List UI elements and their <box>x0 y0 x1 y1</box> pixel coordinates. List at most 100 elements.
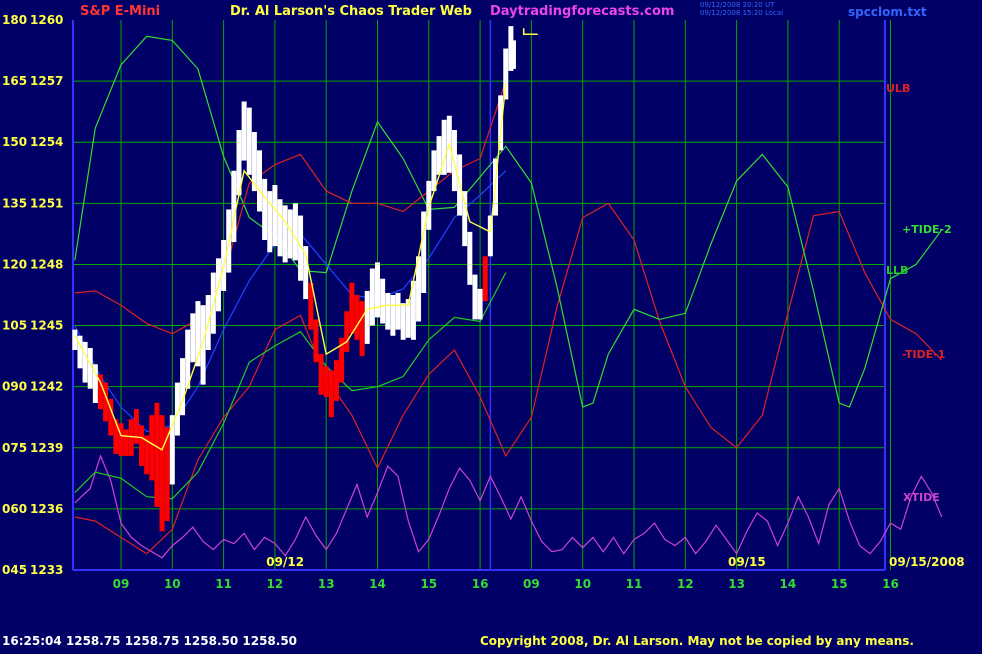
price-bar <box>503 48 509 100</box>
price-bar <box>282 205 288 263</box>
y-tick-left: 135 <box>2 196 27 210</box>
price-bar <box>292 203 298 261</box>
price-bar <box>451 130 457 192</box>
y-tick-right: 1245 <box>30 319 63 333</box>
price-bar <box>375 262 380 318</box>
x-tick-hour: 10 <box>164 577 181 591</box>
x-tick-hour: 09 <box>523 577 540 591</box>
ulb-line <box>74 80 507 335</box>
price-bar <box>359 301 365 357</box>
x-tick-hour: 11 <box>215 577 232 591</box>
price-bar <box>231 170 237 243</box>
y-tick-left: 165 <box>2 74 27 88</box>
y-tick-left: 090 <box>2 380 27 394</box>
x-tick-hour: 10 <box>574 577 591 591</box>
label-tide1: -TIDE-1 <box>902 348 945 361</box>
x-tick-hour: 12 <box>267 577 284 591</box>
data-file-name: spcclom.txt <box>848 5 927 19</box>
price-bar <box>328 370 334 418</box>
price-bar <box>400 303 406 340</box>
price-bar <box>241 101 247 161</box>
x-tick-hour: 16 <box>882 577 899 591</box>
y-tick-left: 150 <box>2 135 27 149</box>
x-tick-hour: 13 <box>728 577 745 591</box>
label-ulb: ULB <box>886 82 910 95</box>
price-bar <box>385 292 391 330</box>
timestamp-local: 09/12/2008 15:20 Local <box>700 9 784 17</box>
price-bar <box>349 282 355 334</box>
end-date-label: 09/15/2008 <box>889 555 965 569</box>
date-label: 09/12 <box>266 555 304 569</box>
y-tick-right: 1260 <box>30 13 63 27</box>
price-bar <box>149 415 155 481</box>
y-tick-left: 060 <box>2 502 27 516</box>
chart-title: Dr. Al Larson's Chaos Trader Web <box>230 4 472 19</box>
price-bar <box>154 402 160 507</box>
chaos-trader-chart: 180 1260165 1257150 1254135 1251120 1248105 12… <box>2 13 965 591</box>
price-bar <box>369 268 375 326</box>
price-bar <box>390 295 396 336</box>
price-bar <box>477 288 483 320</box>
price-bar <box>123 429 129 456</box>
price-bar <box>246 107 252 175</box>
price-bar <box>113 419 119 454</box>
y-tick-right: 1254 <box>30 135 63 149</box>
x-tick-hour: 11 <box>626 577 643 591</box>
label-tide2: +TIDE-2 <box>902 223 952 236</box>
date-label: 09/15 <box>728 555 766 569</box>
y-tick-right: 1236 <box>30 502 63 516</box>
y-tick-right: 1242 <box>30 380 63 394</box>
last-quote: 16:25:04 1258.75 1258.75 1258.50 1258.50 <box>2 634 298 648</box>
y-tick-right: 1239 <box>30 441 63 455</box>
price-bar <box>395 292 401 330</box>
y-tick-left: 180 <box>2 13 27 27</box>
price-bar <box>82 341 88 383</box>
x-tick-hour: 12 <box>677 577 694 591</box>
price-bar <box>118 423 124 456</box>
price-bar <box>277 199 283 257</box>
price-bar <box>344 311 350 353</box>
price-bar <box>139 425 145 467</box>
y-tick-left: 045 <box>2 563 27 577</box>
site-link[interactable]: Daytradingforecasts.com <box>490 4 674 19</box>
price-bar <box>467 231 473 285</box>
x-tick-hour: 15 <box>831 577 848 591</box>
price-bar <box>482 256 488 302</box>
price-bar <box>354 295 360 340</box>
x-tick-hour: 14 <box>780 577 797 591</box>
x-tick-hour: 13 <box>318 577 335 591</box>
timestamp-ut: 09/12/2008 20:20 UT <box>700 1 775 9</box>
price-bar <box>472 274 478 320</box>
y-tick-right: 1251 <box>30 196 63 210</box>
price-bar <box>333 360 339 401</box>
price-bar <box>462 191 468 247</box>
x-tick-hour: 15 <box>420 577 437 591</box>
price-bar <box>272 185 278 247</box>
chart-window: 180 1260 165 1257 150 1254 135 1251 120 1248 105 12… <box>0 0 982 650</box>
label-llb: LLB <box>886 264 908 277</box>
price-bar <box>313 319 319 363</box>
label-xtide: XTIDE <box>903 491 940 504</box>
y-tick-left: 105 <box>2 319 27 333</box>
copyright-notice: Copyright 2008, Dr. Al Larson. May not b… <box>480 634 914 648</box>
symbol-title: S&P E-Mini <box>80 4 161 19</box>
y-tick-left: 075 <box>2 441 27 455</box>
price-bar <box>323 366 329 397</box>
x-tick-hour: 09 <box>113 577 130 591</box>
x-tick-hour: 14 <box>369 577 386 591</box>
price-bar <box>133 409 139 444</box>
price-bar <box>318 354 324 395</box>
price-bar <box>257 150 263 212</box>
projection-marker <box>522 28 538 36</box>
price-bar <box>128 419 134 456</box>
price-bar <box>380 278 386 324</box>
price-bar <box>510 40 516 69</box>
y-tick-right: 1248 <box>30 257 63 271</box>
xtide-line <box>74 454 943 559</box>
y-tick-right: 1233 <box>30 563 63 577</box>
price-bar <box>364 290 370 344</box>
price-bar <box>262 178 268 240</box>
y-tick-right: 1257 <box>30 74 63 88</box>
price-bar <box>190 313 196 363</box>
y-tick-left: 120 <box>2 257 27 271</box>
